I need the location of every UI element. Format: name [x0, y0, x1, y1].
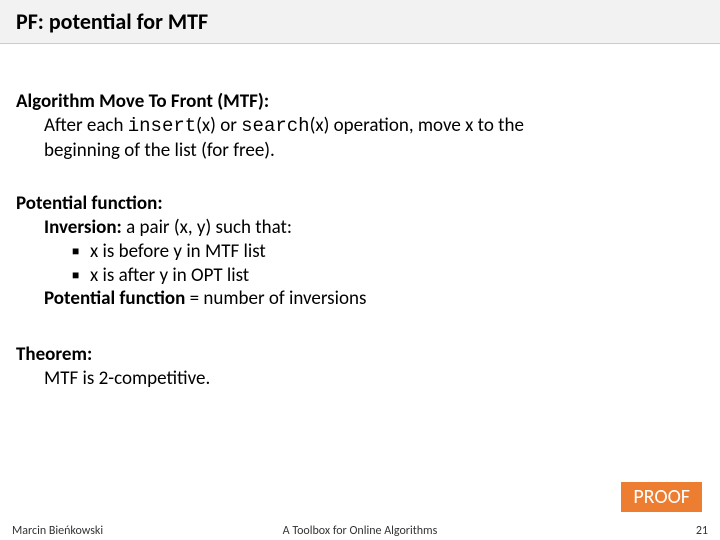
slide: PF: potential for MTF Algorithm Move To …	[0, 0, 720, 540]
algorithm-line-1: After each insert(x) or search(x) operat…	[44, 114, 704, 139]
potential-fn-tail: = number of inversions	[190, 287, 367, 310]
potential-heading: Potential function:	[16, 192, 704, 216]
square-bullet-icon: ■	[72, 264, 90, 288]
potential-fn-head: Potential function	[44, 287, 190, 310]
theorem-line: MTF is 2-competitive.	[44, 367, 704, 391]
bullet-1: ■ x is before y in MTF list	[72, 240, 704, 264]
text-fragment: (x) operation, move x to the	[310, 114, 524, 137]
text-fragment: (x) or	[196, 114, 241, 137]
bullet-2: ■ x is after y in OPT list	[72, 264, 704, 288]
slide-title: PF: potential for MTF	[16, 8, 208, 35]
title-bar: PF: potential for MTF	[0, 0, 720, 44]
algorithm-line-2: beginning of the list (for free).	[44, 139, 704, 163]
footer-title: A Toolbox for Online Algorithms	[0, 524, 720, 538]
bullet-2-text: x is after y in OPT list	[90, 264, 249, 288]
theorem-block: Theorem: MTF is 2-competitive.	[16, 343, 704, 391]
footer: Marcin Bieńkowski A Toolbox for Online A…	[0, 522, 720, 540]
algorithm-block: Algorithm Move To Front (MTF): After eac…	[16, 90, 704, 162]
proof-badge: PROOF	[621, 482, 702, 512]
text-fragment: After each	[44, 114, 128, 137]
inversion-tail: a pair (x, y) such that:	[126, 216, 292, 239]
potential-block: Potential function: Inversion: a pair (x…	[16, 192, 704, 311]
code-search: search	[241, 115, 309, 137]
inversion-head: Inversion:	[44, 216, 126, 239]
square-bullet-icon: ■	[72, 240, 90, 264]
potential-fn-line: Potential function = number of inversion…	[44, 287, 704, 311]
code-insert: insert	[128, 115, 196, 137]
theorem-heading: Theorem:	[16, 343, 704, 367]
bullet-1-text: x is before y in MTF list	[90, 240, 266, 264]
algorithm-heading: Algorithm Move To Front (MTF):	[16, 90, 704, 114]
inversion-line: Inversion: a pair (x, y) such that:	[44, 216, 704, 240]
body-content: Algorithm Move To Front (MTF): After eac…	[16, 90, 704, 391]
